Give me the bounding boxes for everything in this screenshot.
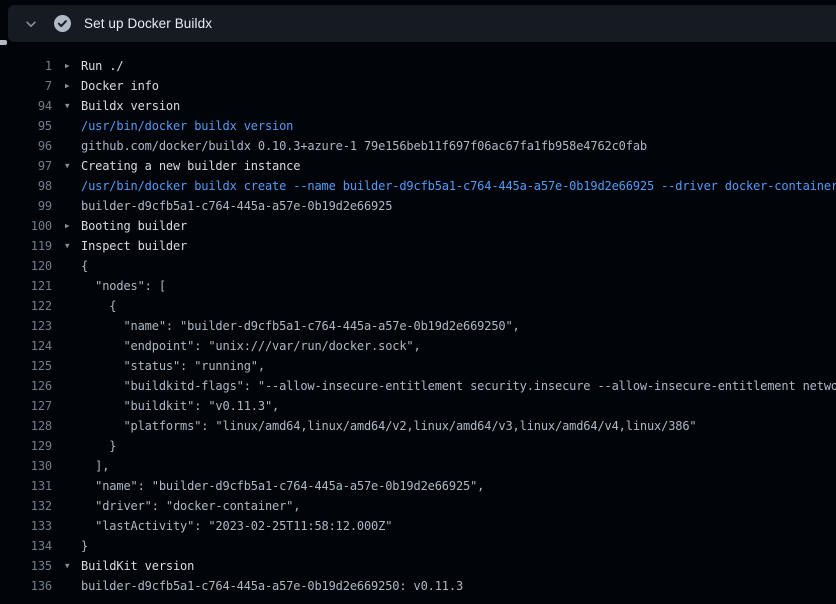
triangle-down-icon: ▼: [65, 556, 81, 576]
log-group-row[interactable]: 100 ▶Booting builder: [0, 216, 836, 236]
log-line-row: 131 "name": "builder-d9cfb5a1-c764-445a-…: [0, 476, 836, 496]
actions-log-viewer: { "header": { "title": "Set up Docker Bu…: [0, 0, 836, 604]
triangle-down-icon: ▼: [65, 156, 81, 176]
line-number[interactable]: 125: [0, 356, 52, 376]
line-number[interactable]: 127: [0, 396, 52, 416]
log-group-row[interactable]: 135 ▼BuildKit version: [0, 556, 836, 576]
output-text: "platforms": "linux/amd64,linux/amd64/v2…: [81, 416, 697, 436]
log-line-row: 122 {: [0, 296, 836, 316]
log-line-row: 134}: [0, 536, 836, 556]
log-group-row[interactable]: 1 ▶Run ./: [0, 56, 836, 76]
line-number[interactable]: 128: [0, 416, 52, 436]
command-text: /usr/bin/docker buildx version: [81, 116, 293, 136]
check-circle-icon: [54, 15, 71, 32]
group-title: Buildx version: [81, 96, 180, 116]
log-line-row: 96 github.com/docker/buildx 0.10.3+azure-…: [0, 136, 836, 156]
line-number[interactable]: 136: [0, 576, 52, 596]
output-text: "status": "running",: [81, 356, 265, 376]
line-number[interactable]: 122: [0, 296, 52, 316]
output-text: "name": "builder-d9cfb5a1-c764-445a-a57e…: [81, 316, 520, 336]
triangle-down-icon: ▼: [65, 236, 81, 256]
log-line-row: 126 "buildkitd-flags": "--allow-insecure…: [0, 376, 836, 396]
line-number[interactable]: 133: [0, 516, 52, 536]
log-line-row: 98/usr/bin/docker buildx create --name b…: [0, 176, 836, 196]
collapse-step-button[interactable]: [22, 15, 40, 33]
log-line-row: 121 "nodes": [: [0, 276, 836, 296]
line-number[interactable]: 100: [0, 216, 52, 236]
output-text: "nodes": [: [81, 276, 166, 296]
line-number[interactable]: 95: [0, 116, 52, 136]
line-number[interactable]: 94: [0, 96, 52, 116]
group-title: BuildKit version: [81, 556, 194, 576]
line-number[interactable]: 97: [0, 156, 52, 176]
output-text: {: [81, 296, 116, 316]
log-group-row[interactable]: 94 ▼Buildx version: [0, 96, 836, 116]
output-text: github.com/docker/buildx 0.10.3+azure-1 …: [81, 136, 647, 156]
line-number[interactable]: 132: [0, 496, 52, 516]
step-header[interactable]: Set up Docker Buildx: [8, 5, 836, 42]
log-group-row[interactable]: 7 ▶Docker info: [0, 76, 836, 96]
triangle-down-icon: ▼: [65, 96, 81, 116]
log-line-row: 128 "platforms": "linux/amd64,linux/amd6…: [0, 416, 836, 436]
output-text: "buildkitd-flags": "--allow-insecure-ent…: [81, 376, 836, 396]
log-group-row[interactable]: 119 ▼Inspect builder: [0, 236, 836, 256]
group-title: Creating a new builder instance: [81, 156, 300, 176]
group-title: Docker info: [81, 76, 159, 96]
line-number[interactable]: 96: [0, 136, 52, 156]
chevron-down-icon: [24, 17, 38, 31]
log-line-row: 133 "lastActivity": "2023-02-25T11:58:12…: [0, 516, 836, 536]
output-text: "endpoint": "unix:///var/run/docker.sock…: [81, 336, 421, 356]
line-number[interactable]: 1: [0, 56, 52, 76]
line-number[interactable]: 129: [0, 436, 52, 456]
log-line-row: 95/usr/bin/docker buildx version: [0, 116, 836, 136]
log-line-row: 120 {: [0, 256, 836, 276]
line-number[interactable]: 121: [0, 276, 52, 296]
line-number[interactable]: 135: [0, 556, 52, 576]
line-number[interactable]: 124: [0, 336, 52, 356]
log-line-row: 125 "status": "running",: [0, 356, 836, 376]
line-number[interactable]: 126: [0, 376, 52, 396]
output-text: builder-d9cfb5a1-c764-445a-a57e-0b19d2e6…: [81, 196, 392, 216]
triangle-right-icon: ▶: [65, 56, 81, 76]
output-text: {: [81, 256, 88, 276]
log-line-row: 132 "driver": "docker-container",: [0, 496, 836, 516]
step-title: Set up Docker Buildx: [84, 16, 212, 31]
log-line-row: 129 }: [0, 436, 836, 456]
output-text: builder-d9cfb5a1-c764-445a-a57e-0b19d2e6…: [81, 576, 463, 596]
group-title: Booting builder: [81, 216, 187, 236]
output-text: ],: [81, 456, 109, 476]
output-text: "lastActivity": "2023-02-25T11:58:12.000…: [81, 516, 392, 536]
log-output: 1▶Run ./7▶Docker info94▼Buildx version95…: [0, 42, 836, 604]
line-number[interactable]: 99: [0, 196, 52, 216]
output-text: }: [81, 536, 88, 556]
output-text: "buildkit": "v0.11.3",: [81, 396, 279, 416]
log-group-row[interactable]: 97 ▼Creating a new builder instance: [0, 156, 836, 176]
triangle-right-icon: ▶: [65, 76, 81, 96]
log-line-row: 130 ],: [0, 456, 836, 476]
line-number[interactable]: 134: [0, 536, 52, 556]
output-text: "name": "builder-d9cfb5a1-c764-445a-a57e…: [81, 476, 484, 496]
command-text: /usr/bin/docker buildx create --name bui…: [81, 176, 836, 196]
line-number[interactable]: 123: [0, 316, 52, 336]
group-title: Run ./: [81, 56, 123, 76]
output-text: }: [81, 436, 116, 456]
group-title: Inspect builder: [81, 236, 187, 256]
line-number[interactable]: 7: [0, 76, 52, 96]
log-line-row: 136 builder-d9cfb5a1-c764-445a-a57e-0b19d…: [0, 576, 836, 596]
log-line-row: 123 "name": "builder-d9cfb5a1-c764-445a-…: [0, 316, 836, 336]
line-number[interactable]: 119: [0, 236, 52, 256]
line-number[interactable]: 98: [0, 176, 52, 196]
log-line-row: 124 "endpoint": "unix:///var/run/docker.…: [0, 336, 836, 356]
line-number[interactable]: 120: [0, 256, 52, 276]
output-text: "driver": "docker-container",: [81, 496, 300, 516]
triangle-right-icon: ▶: [65, 216, 81, 236]
log-line-row: 99 builder-d9cfb5a1-c764-445a-a57e-0b19d2…: [0, 196, 836, 216]
log-line-row: 127 "buildkit": "v0.11.3",: [0, 396, 836, 416]
line-number[interactable]: 131: [0, 476, 52, 496]
line-number[interactable]: 130: [0, 456, 52, 476]
